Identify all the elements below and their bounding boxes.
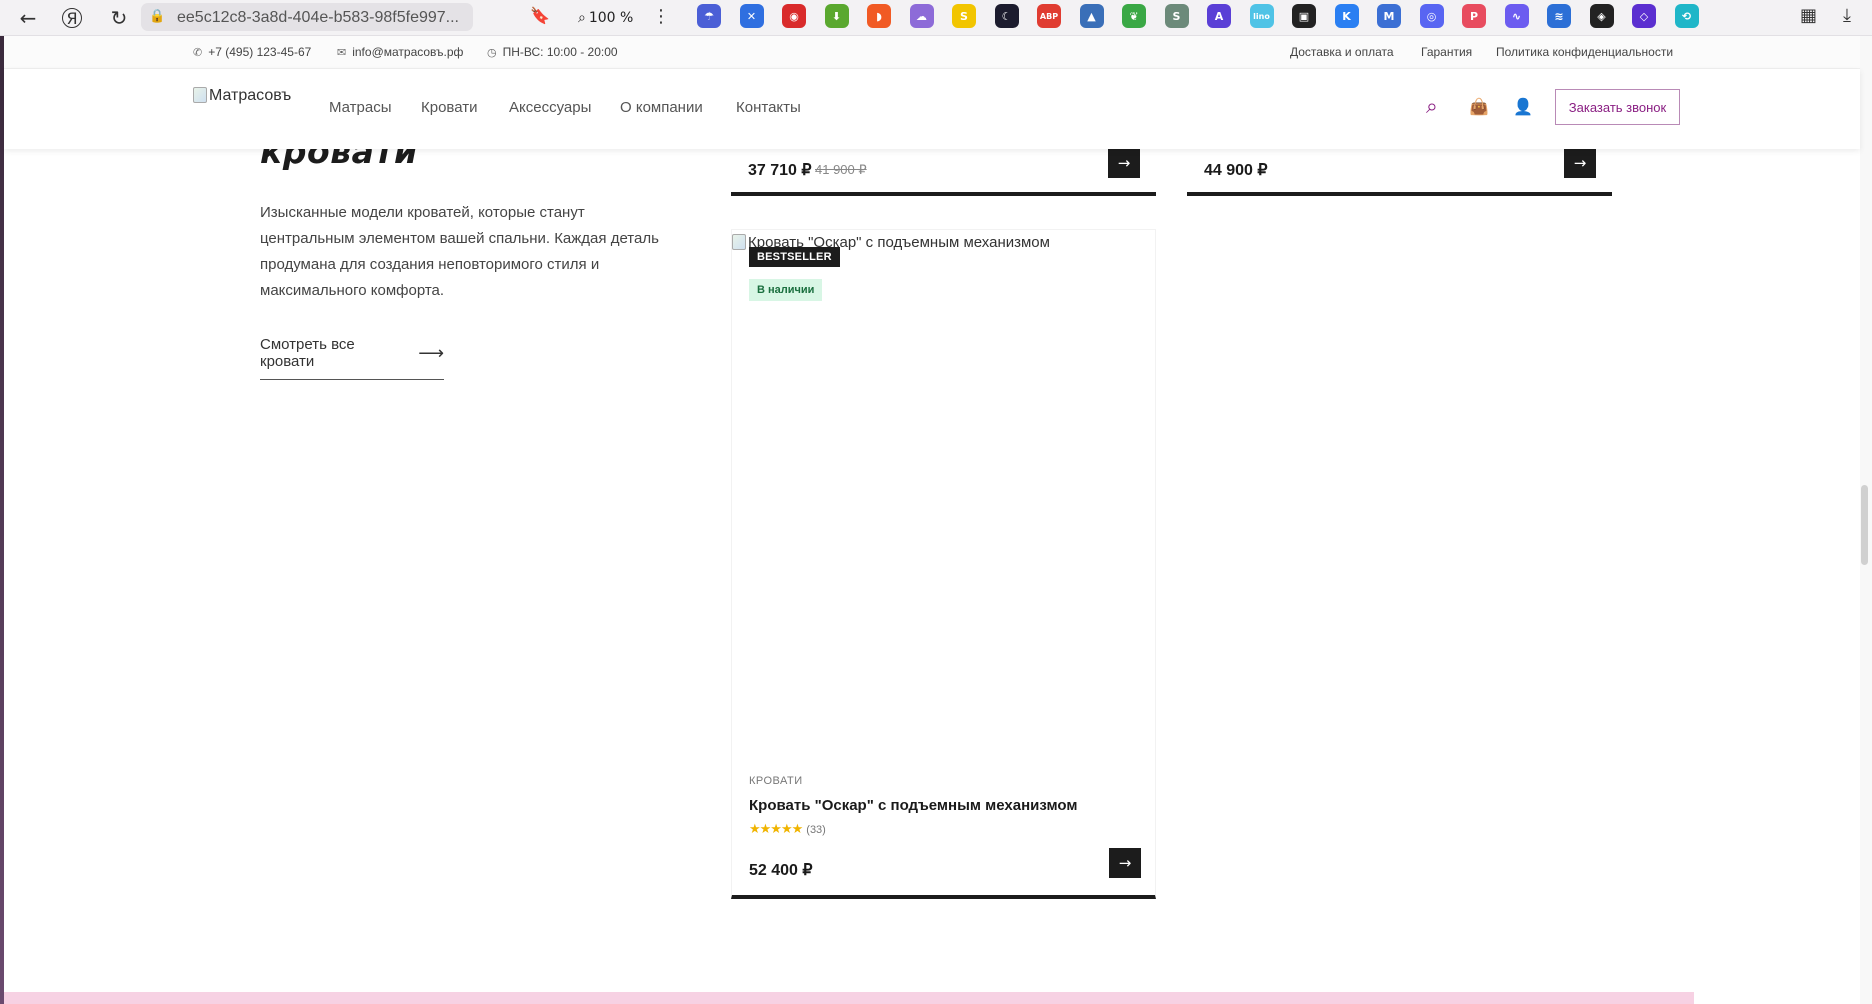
nav-mattresses[interactable]: Матрасы (329, 99, 392, 116)
link-warranty[interactable]: Гарантия (1421, 45, 1472, 59)
long-arrow-right-icon: ⟶ (418, 342, 444, 364)
nav-accessories[interactable]: Аксессуары (509, 99, 591, 116)
add-to-cart-button[interactable]: → (1564, 148, 1596, 178)
abp-extension-icon[interactable]: ABP (1037, 4, 1061, 28)
download-extension-icon[interactable]: ⬇ (824, 4, 849, 28)
mls-extension-icon[interactable]: M (1377, 4, 1401, 28)
a-extension-icon[interactable]: A (1207, 4, 1231, 28)
email-address[interactable]: info@матрасовъ.рф (352, 45, 463, 59)
product-price: 52 400 ₽ (749, 862, 813, 879)
contact-bar: ✆ +7 (495) 123-45-67 ✉ info@матрасовъ.рф… (4, 36, 1860, 69)
site-header: Матрасовъ Матрасы Кровати Аксессуары О к… (4, 69, 1860, 149)
product-card-2[interactable]: 44 900 ₽ → (1187, 144, 1612, 196)
product-price: 37 710 ₽ (748, 162, 812, 179)
zoom-icon: ⌕ (578, 10, 586, 26)
menu-icon[interactable]: ⋮ (652, 6, 670, 27)
add-to-cart-button[interactable]: → (1108, 148, 1140, 178)
rating-count: (33) (806, 823, 826, 836)
browser-toolbar: ← Я ↻ 🔒 ee5c12c8-3a8d-404e-b583-98f5fe99… (0, 0, 1872, 36)
add-to-cart-button[interactable]: → (1109, 848, 1141, 878)
clock-icon: ◷ (487, 45, 497, 59)
stock-badge: В наличии (749, 279, 823, 301)
arrow-right-icon: → (1117, 154, 1131, 172)
callback-button[interactable]: Заказать звонок (1555, 89, 1680, 125)
wave-extension-icon[interactable]: ∿ (1504, 4, 1529, 28)
arrow-right-icon: → (1573, 154, 1587, 172)
download-icon[interactable]: ⤓ (1843, 5, 1851, 26)
mail-icon: ✉ (337, 45, 347, 59)
p-extension-icon[interactable]: P (1462, 4, 1486, 28)
purple-cloud-extension-icon[interactable]: ☁ (909, 4, 934, 28)
zoom-indicator[interactable]: ⌕ 100 % (578, 5, 633, 31)
s-box-extension-icon[interactable]: S (1164, 4, 1189, 28)
footer-strip (4, 992, 1694, 1004)
product-rating: ★★★★★ (33) (749, 822, 826, 837)
nav-beds[interactable]: Кровати (421, 99, 477, 116)
address-url[interactable]: ee5c12c8-3a8d-404e-b583-98f5fe997... (177, 9, 459, 27)
discord-extension-icon[interactable]: ◎ (1419, 4, 1444, 28)
hours-text: ПН-ВС: 10:00 - 20:00 (502, 45, 618, 59)
site-logo[interactable]: Матрасовъ (193, 87, 291, 105)
arrow-right-icon: → (1118, 854, 1132, 872)
see-all-beds-link[interactable]: Смотреть все кровати ⟶ (260, 336, 444, 380)
working-hours: ◷ ПН-ВС: 10:00 - 20:00 (487, 45, 618, 59)
extensions-row: ☂ ✕ ◉ ⬇ ◗ ☁ S ☾ ABP ▲ ❦ S Alino ▣ K M ◎ P ∿ ≋ ◈ ◇ ⟲ (697, 4, 1699, 32)
see-all-label: Смотреть все кровати (260, 336, 355, 370)
vpn-extension-icon[interactable]: ☂ (697, 4, 721, 28)
window-edge (0, 36, 4, 1004)
collections-icon[interactable]: ▦ (1800, 5, 1817, 26)
layers-extension-icon[interactable]: ≋ (1547, 4, 1571, 28)
product-category: КРОВАТИ (749, 775, 803, 787)
link-privacy[interactable]: Политика конфиденциальности (1496, 45, 1673, 59)
user-icon[interactable]: 👤 (1513, 97, 1533, 116)
search-icon[interactable]: ⌕ (1426, 94, 1438, 119)
k-extension-icon[interactable]: K (1334, 4, 1359, 28)
product-card-1[interactable]: 37 710 ₽ 41 900 ₽ → (731, 144, 1156, 196)
yellow-s-extension-icon[interactable]: S (952, 4, 976, 28)
orange-extension-icon[interactable]: ◗ (867, 4, 891, 28)
logo-alt-text: Матрасовъ (209, 87, 292, 104)
yandex-icon[interactable]: Я (62, 8, 82, 28)
leaf-extension-icon[interactable]: ❦ (1122, 4, 1146, 28)
bookmark-icon[interactable]: 🔖 (530, 6, 550, 25)
x-extension-icon[interactable]: ✕ (739, 4, 764, 28)
lino-extension-icon[interactable]: lino (1249, 4, 1274, 28)
zoom-label: 100 % (588, 10, 634, 26)
phone-icon: ✆ (193, 45, 203, 59)
cyan-extension-icon[interactable]: ⟲ (1674, 4, 1699, 28)
back-icon[interactable]: ← (15, 5, 41, 31)
dark-moon-extension-icon[interactable]: ☾ (994, 4, 1019, 28)
lock-icon: 🔒 (149, 9, 166, 24)
reload-icon[interactable]: ↻ (106, 5, 132, 31)
product-card-3[interactable]: Кровать "Оскар" с подъемным механизмом B… (731, 229, 1156, 899)
link-delivery[interactable]: Доставка и оплата (1290, 45, 1394, 59)
cart-icon[interactable]: 👜 (1469, 97, 1489, 116)
broken-image-icon (193, 87, 207, 103)
gold-extension-icon[interactable]: ◈ (1589, 4, 1614, 28)
phone-contact[interactable]: ✆ +7 (495) 123-45-67 (193, 45, 311, 59)
product-old-price: 41 900 ₽ (815, 162, 867, 177)
email-contact[interactable]: ✉ info@матрасовъ.рф (337, 45, 463, 59)
diamond-extension-icon[interactable]: ◇ (1632, 4, 1656, 28)
chart-extension-icon[interactable]: ▲ (1079, 4, 1104, 28)
phone-number[interactable]: +7 (495) 123-45-67 (208, 45, 311, 59)
nav-contacts[interactable]: Контакты (736, 99, 801, 116)
product-price: 44 900 ₽ (1204, 162, 1268, 179)
star-rating-icon: ★★★★★ (749, 822, 803, 837)
broken-image-icon (732, 234, 746, 250)
nav-about[interactable]: О компании (620, 99, 703, 116)
tab-extension-icon[interactable]: ▣ (1292, 4, 1316, 28)
section-description: Изысканные модели кроватей, которые стан… (260, 204, 659, 299)
bestseller-badge: BESTSELLER (749, 247, 840, 267)
red-extension-icon[interactable]: ◉ (782, 4, 806, 28)
address-bar[interactable]: 🔒 ee5c12c8-3a8d-404e-b583-98f5fe997... (141, 3, 473, 31)
scrollbar-thumb[interactable] (1861, 485, 1868, 565)
product-title[interactable]: Кровать "Оскар" с подъемным механизмом (749, 797, 1077, 814)
